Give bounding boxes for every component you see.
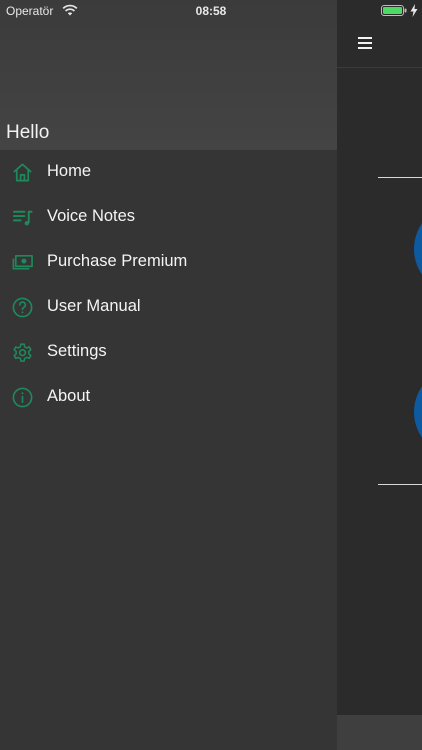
gear-icon	[11, 341, 34, 364]
app-screen: Operatör 08:58 Hello Home Voice Notes Pu…	[0, 0, 422, 750]
menu-item-label: About	[47, 387, 91, 405]
clock: 08:58	[195, 4, 227, 18]
money-icon	[11, 251, 34, 274]
info-circle-icon	[11, 386, 34, 409]
menu-item-home[interactable]: Home	[0, 150, 337, 195]
drawer-header: Hello	[0, 0, 337, 150]
menu-item-label: Home	[47, 162, 92, 180]
playlist-music-icon	[11, 206, 34, 229]
menu-item-label: Purchase Premium	[47, 252, 188, 270]
menu-item-label: Settings	[47, 342, 107, 360]
menu-item-about[interactable]: About	[0, 375, 337, 420]
help-circle-icon	[11, 296, 34, 319]
battery-charging-icon	[381, 5, 407, 16]
drawer-menu: Home Voice Notes Purchase Premium User M…	[0, 150, 337, 420]
menu-item-voice-notes[interactable]: Voice Notes	[0, 195, 337, 240]
menu-item-label: Voice Notes	[47, 207, 136, 225]
bottom-bar	[337, 715, 422, 750]
menu-item-label: User Manual	[47, 297, 141, 315]
menu-item-user-manual[interactable]: User Manual	[0, 285, 337, 330]
navigation-drawer: Hello Home Voice Notes Purchase Premium …	[0, 0, 337, 750]
divider-line	[378, 484, 422, 485]
charging-bolt-icon	[410, 4, 418, 17]
divider-line	[378, 177, 422, 178]
play-button[interactable]	[414, 367, 422, 457]
record-button[interactable]	[414, 204, 422, 294]
status-bar: Operatör 08:58	[0, 0, 422, 22]
hamburger-menu-icon[interactable]	[355, 34, 375, 52]
drawer-greeting: Hello	[6, 122, 50, 143]
menu-item-settings[interactable]: Settings	[0, 330, 337, 375]
main-content	[337, 0, 422, 750]
home-icon	[11, 161, 34, 184]
menu-item-purchase-premium[interactable]: Purchase Premium	[0, 240, 337, 285]
